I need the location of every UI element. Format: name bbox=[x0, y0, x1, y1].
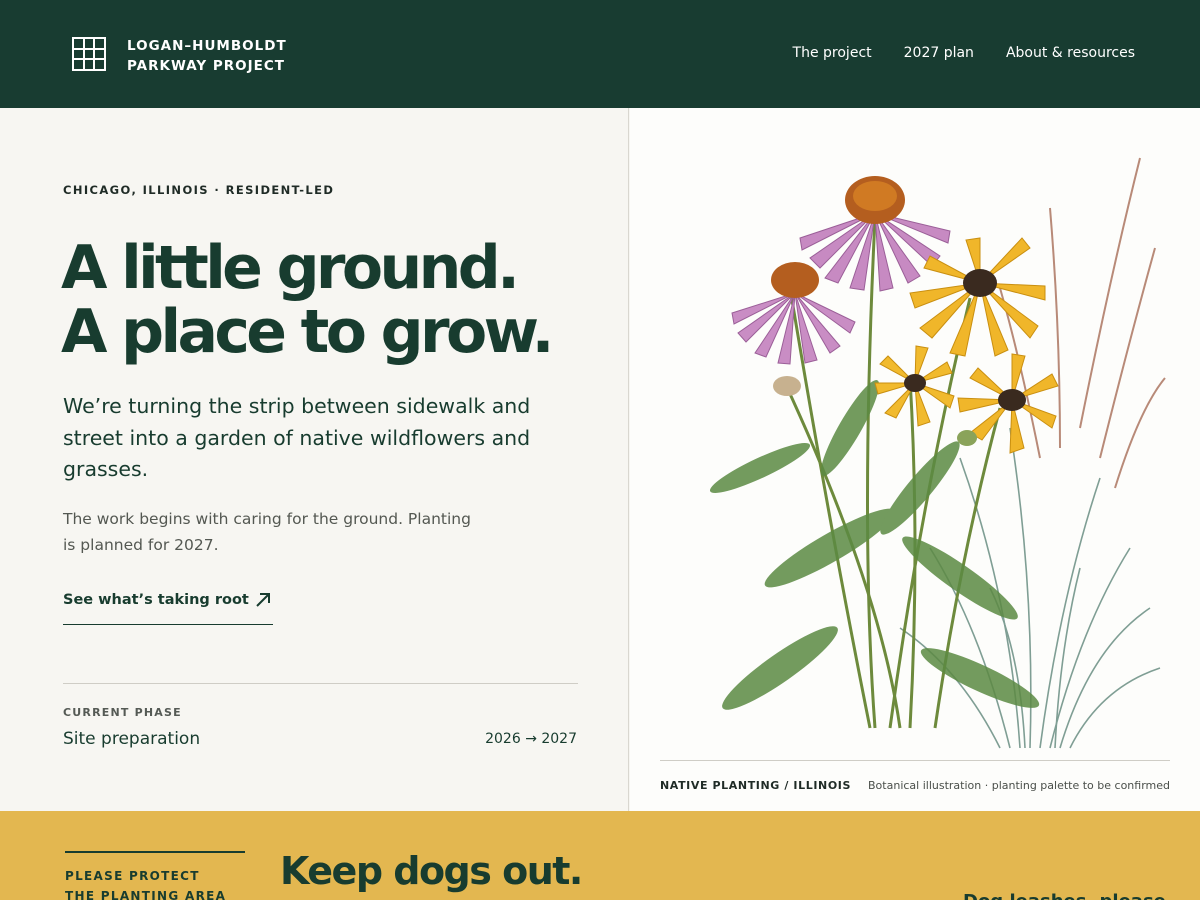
hero-section: CHICAGO, ILLINOIS · RESIDENT-LED A littl… bbox=[0, 108, 629, 811]
illustration-caption-title: NATIVE PLANTING / ILLINOIS bbox=[660, 779, 851, 792]
hero-lead: We’re turning the strip between sidewalk… bbox=[63, 394, 531, 481]
site-brand[interactable]: LOGAN–HUMBOLDT PARKWAY PROJECT bbox=[127, 36, 287, 76]
site-header: LOGAN–HUMBOLDT PARKWAY PROJECT The proje… bbox=[0, 0, 1200, 108]
arrow-up-right-icon bbox=[256, 593, 270, 607]
notice-title: Keep dogs out. bbox=[280, 849, 583, 893]
phase-dates: 2026 → 2027 bbox=[485, 731, 577, 747]
cta-label: See what’s taking root bbox=[63, 592, 249, 608]
nav-link-project[interactable]: The project bbox=[793, 45, 872, 61]
notice-label: PLEASE PROTECT THE PLANTING AREA bbox=[65, 866, 226, 900]
hero-subtext: The work begins with caring for the grou… bbox=[63, 510, 471, 554]
current-phase-label: CURRENT PHASE bbox=[63, 706, 182, 719]
main-nav: The project 2027 plan About & resources bbox=[793, 45, 1135, 61]
grid-logo-icon[interactable] bbox=[72, 37, 106, 71]
notice-right-text: Dog leashes, please bbox=[963, 891, 1166, 900]
notice-label-line-2: THE PLANTING AREA bbox=[65, 889, 227, 900]
notice-label-line-1: PLEASE PROTECT bbox=[65, 869, 200, 883]
black-eyed-susan-small bbox=[874, 345, 955, 427]
nav-link-2027-plan[interactable]: 2027 plan bbox=[904, 45, 974, 61]
headline-line-1: A little ground. bbox=[61, 233, 520, 303]
illustration-panel: NATIVE PLANTING / ILLINOIS Botanical ill… bbox=[630, 108, 1200, 811]
nav-link-about[interactable]: About & resources bbox=[1006, 45, 1135, 61]
current-phase-value: Site preparation bbox=[63, 729, 201, 749]
caption-divider bbox=[660, 760, 1170, 761]
phase-divider bbox=[63, 683, 578, 684]
notice-rule bbox=[65, 851, 245, 853]
brand-line-1: LOGAN–HUMBOLDT bbox=[127, 38, 287, 54]
hero-headline: A little ground. A place to grow. bbox=[61, 233, 554, 367]
botanical-illustration bbox=[709, 157, 1166, 749]
hero-eyebrow: CHICAGO, ILLINOIS · RESIDENT-LED bbox=[63, 183, 335, 197]
brand-line-2: PARKWAY PROJECT bbox=[127, 58, 286, 74]
illustration-caption-note: Botanical illustration · planting palett… bbox=[868, 779, 1170, 792]
headline-line-2: A place to grow. bbox=[61, 297, 554, 367]
protect-notice-band: PLEASE PROTECT THE PLANTING AREA Keep do… bbox=[0, 811, 1200, 900]
black-eyed-susan-large bbox=[909, 237, 1046, 357]
see-whats-taking-root-link[interactable]: See what’s taking root bbox=[63, 588, 273, 625]
